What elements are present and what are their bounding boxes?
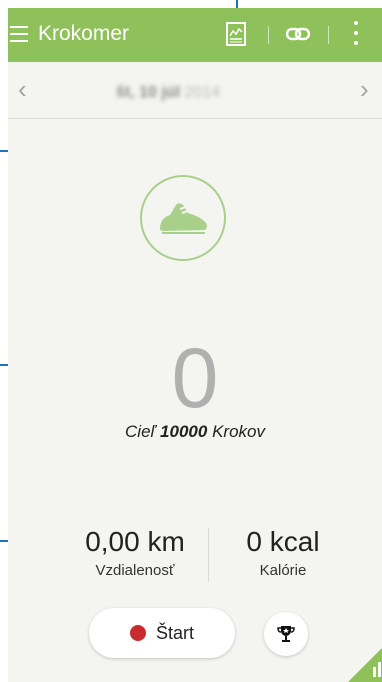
- goal-prefix: Cieľ: [125, 422, 156, 441]
- start-button[interactable]: Štart: [89, 608, 235, 658]
- calories-value: 0 kcal: [246, 526, 320, 557]
- distance-stat: 0,00 km Vzdialenosť: [60, 526, 210, 579]
- more-vert-icon[interactable]: [353, 21, 359, 49]
- appbar-separator: [268, 26, 269, 44]
- bar-chart-icon[interactable]: [348, 642, 382, 682]
- calories-label: Kalórie: [259, 562, 307, 579]
- app-bar: Krokomer: [8, 8, 382, 62]
- date-label: št, 10 júl 2014: [116, 84, 220, 102]
- date-day: št, 10 júl: [116, 84, 181, 101]
- step-count: 0: [171, 331, 219, 425]
- shoe-icon: [140, 175, 226, 261]
- step-goal: Cieľ 10000 Krokov: [8, 422, 382, 442]
- goal-value: 10000: [160, 422, 208, 441]
- app-title: Krokomer: [38, 22, 130, 45]
- hamburger-icon[interactable]: [10, 26, 28, 42]
- date-year: 2014: [184, 84, 221, 101]
- goal-suffix: Krokov: [212, 422, 265, 441]
- start-label: Štart: [155, 622, 194, 643]
- trophy-icon: [277, 626, 295, 642]
- pedometer-screen: Krokomer ‹ št, 10 júl 2014 › 0 Cieľ 1000…: [8, 8, 382, 682]
- date-bar: ‹ št, 10 júl 2014 ›: [8, 62, 382, 119]
- distance-label: Vzdialenosť: [95, 562, 175, 579]
- chart-icon[interactable]: [226, 22, 246, 46]
- record-dot-icon: [129, 625, 146, 641]
- link-icon[interactable]: [285, 27, 311, 41]
- chevron-left-icon[interactable]: ‹: [18, 74, 27, 105]
- trophy-button[interactable]: [264, 612, 308, 656]
- distance-value: 0,00 km: [85, 526, 185, 557]
- calories-stat: 0 kcal Kalórie: [208, 526, 358, 579]
- appbar-separator: [328, 26, 329, 44]
- chevron-right-icon[interactable]: ›: [360, 74, 369, 105]
